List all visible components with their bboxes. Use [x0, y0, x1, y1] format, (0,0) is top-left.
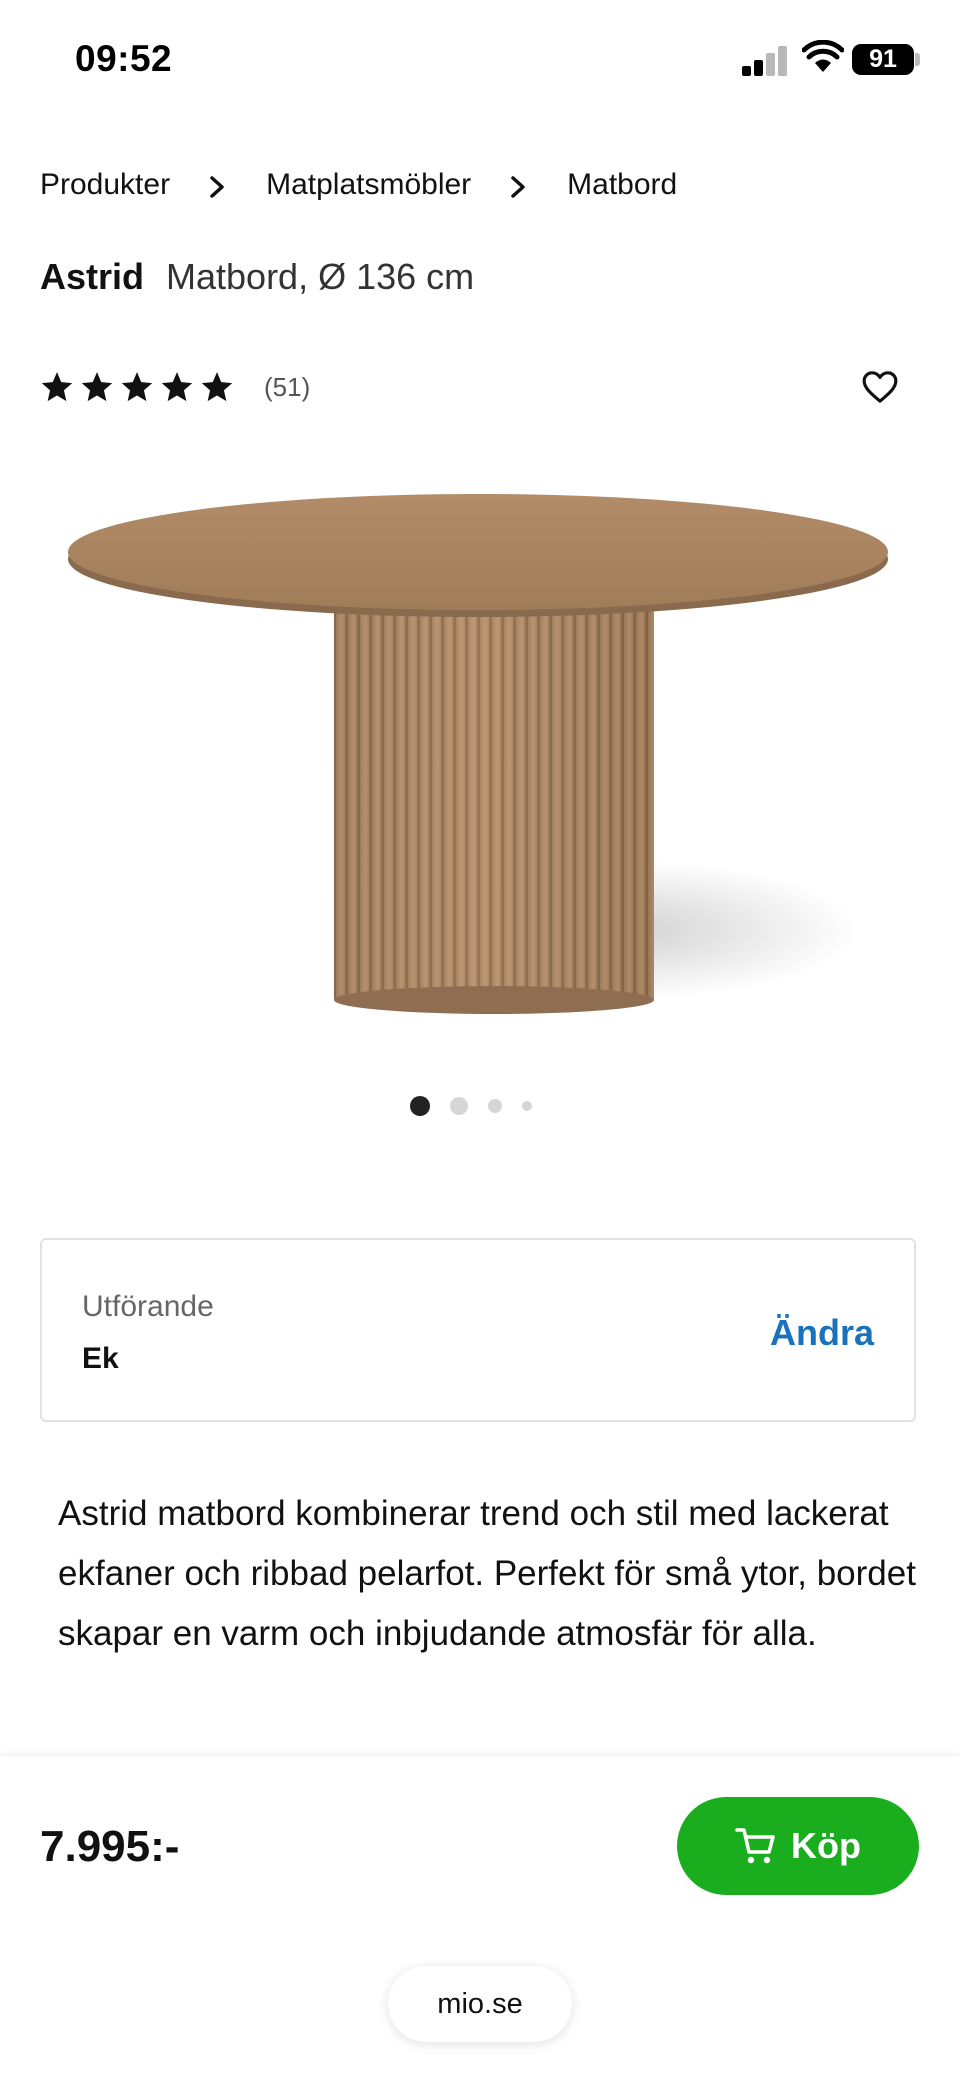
variant-label: Utförande: [82, 1290, 214, 1323]
carousel-dot-active[interactable]: [410, 1096, 430, 1116]
variant-selector[interactable]: Utförande Ek Ändra: [40, 1238, 916, 1422]
breadcrumb: Produkter Matplatsmöbler Matbord: [40, 168, 677, 202]
product-subtitle: Matbord, Ø 136 cm: [166, 256, 475, 297]
cellular-signal-icon: [742, 44, 788, 76]
carousel-dot[interactable]: [450, 1097, 468, 1115]
image-carousel-dots[interactable]: [410, 1096, 552, 1116]
change-variant-button[interactable]: Ändra: [770, 1312, 874, 1354]
carousel-dot[interactable]: [488, 1099, 502, 1113]
carousel-dot[interactable]: [522, 1101, 532, 1111]
star-icon: [121, 372, 153, 402]
battery-tip: [915, 53, 920, 66]
breadcrumb-item-matplatsmobler[interactable]: Matplatsmöbler: [266, 168, 471, 202]
chevron-right-icon: [198, 173, 238, 198]
product-description: Astrid matbord kombinerar trend och stil…: [58, 1494, 916, 1653]
breadcrumb-item-produkter[interactable]: Produkter: [40, 168, 170, 202]
chevron-right-icon: [499, 173, 539, 198]
buy-button[interactable]: Köp: [677, 1797, 919, 1895]
star-icon: [161, 372, 193, 402]
star-icon: [41, 372, 73, 402]
star-icon: [201, 372, 233, 402]
product-name: Astrid: [40, 256, 145, 297]
wifi-icon: [801, 39, 845, 76]
battery-icon: 91: [852, 44, 914, 75]
star-icon: [81, 372, 113, 402]
product-price: 7.995:-: [40, 1822, 180, 1871]
cart-icon: [735, 1828, 775, 1864]
review-count: (51): [264, 371, 311, 402]
product-rating[interactable]: (51): [40, 370, 310, 404]
product-image[interactable]: [60, 490, 900, 1030]
browser-url-bar[interactable]: mio.se: [388, 1966, 572, 2042]
breadcrumb-item-matbord[interactable]: Matbord: [567, 168, 677, 202]
status-time: 09:52: [75, 38, 173, 79]
variant-value: Ek: [82, 1342, 119, 1375]
product-title: Astrid Matbord, Ø 136 cm: [40, 256, 474, 298]
buy-button-label: Köp: [791, 1825, 861, 1866]
favorite-heart-icon[interactable]: [860, 367, 900, 407]
